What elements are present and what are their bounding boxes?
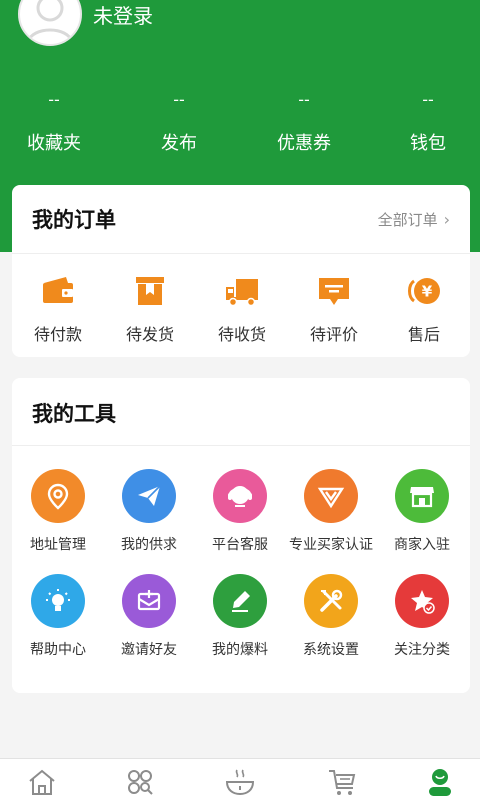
divider bbox=[12, 445, 470, 446]
tool-label: 关注分类 bbox=[394, 642, 450, 658]
order-label: 售后 bbox=[407, 325, 440, 344]
stat-value: -- bbox=[298, 90, 310, 109]
stat-favorites[interactable]: -- 收藏夹 bbox=[0, 85, 114, 155]
order-label: 待付款 bbox=[33, 325, 82, 344]
order-after-sale[interactable]: ¥ 售后 bbox=[378, 273, 470, 345]
tool-label: 商家入驻 bbox=[394, 537, 450, 553]
home-icon bbox=[29, 769, 55, 795]
invite-mail-icon bbox=[122, 574, 176, 628]
stat-label: 发布 bbox=[161, 133, 197, 154]
tab-categories[interactable] bbox=[120, 765, 160, 799]
stat-wallet[interactable]: -- 钱包 bbox=[368, 85, 480, 155]
tool-label: 系统设置 bbox=[303, 642, 359, 658]
bottom-tab-bar bbox=[0, 758, 480, 801]
order-label: 待评价 bbox=[309, 325, 358, 344]
orders-title: 我的订单 bbox=[32, 208, 116, 232]
tool-supply-demand[interactable]: 我的供求 bbox=[103, 469, 195, 554]
stat-label: 优惠券 bbox=[277, 133, 331, 154]
tools-title: 我的工具 bbox=[32, 402, 116, 426]
tools-card: 我的工具 地址管理 我的供求 平台客服 专业买家认证 商家入驻 帮助中心 邀请好… bbox=[12, 378, 470, 693]
order-label: 待发货 bbox=[125, 325, 174, 344]
star-badge-icon bbox=[395, 574, 449, 628]
pencil-icon bbox=[213, 574, 267, 628]
cart-icon bbox=[329, 770, 356, 795]
tool-follow-categories[interactable]: 关注分类 bbox=[376, 574, 468, 659]
orders-card: 我的订单 全部订单 › 待付款 待发货 待收货 待评价 ¥ 售后 bbox=[12, 185, 470, 357]
stat-value: -- bbox=[422, 90, 434, 109]
order-pending-shipment[interactable]: 待发货 bbox=[104, 273, 196, 345]
avatar[interactable] bbox=[18, 0, 82, 46]
location-icon bbox=[31, 469, 85, 523]
login-status[interactable]: 未登录 bbox=[93, 0, 153, 29]
tool-customer-service[interactable]: 平台客服 bbox=[194, 469, 286, 554]
profile-icon bbox=[429, 769, 451, 796]
tool-help-center[interactable]: 帮助中心 bbox=[12, 574, 104, 659]
stat-label: 收藏夹 bbox=[27, 133, 81, 154]
order-pending-receipt[interactable]: 待收货 bbox=[196, 273, 288, 345]
comment-icon bbox=[316, 273, 352, 309]
tool-merchant-join[interactable]: 商家入驻 bbox=[376, 469, 468, 554]
chevron-right-icon: › bbox=[443, 210, 450, 229]
stat-value: -- bbox=[173, 90, 185, 109]
wallet-icon bbox=[40, 273, 76, 309]
store-icon bbox=[395, 469, 449, 523]
tool-label: 邀请好友 bbox=[121, 642, 177, 658]
lightbulb-icon bbox=[31, 574, 85, 628]
tool-buyer-verification[interactable]: 专业买家认证 bbox=[285, 469, 377, 554]
tool-label: 地址管理 bbox=[30, 537, 86, 553]
tab-profile[interactable] bbox=[420, 765, 460, 799]
tool-system-settings[interactable]: 系统设置 bbox=[285, 574, 377, 659]
order-pending-payment[interactable]: 待付款 bbox=[12, 273, 104, 345]
stat-value: -- bbox=[48, 90, 60, 109]
stat-posts[interactable]: -- 发布 bbox=[119, 85, 239, 155]
tools-icon bbox=[304, 574, 358, 628]
package-icon bbox=[132, 273, 168, 309]
tool-address[interactable]: 地址管理 bbox=[12, 469, 104, 554]
tool-label: 平台客服 bbox=[212, 537, 268, 553]
truck-icon bbox=[224, 273, 260, 309]
order-label: 待收货 bbox=[217, 325, 266, 344]
tool-my-tips[interactable]: 我的爆料 bbox=[194, 574, 286, 659]
stats-row: -- 收藏夹 -- 发布 -- 优惠券 -- 钱包 bbox=[0, 85, 480, 165]
tab-cart[interactable] bbox=[322, 765, 362, 799]
tool-label: 我的供求 bbox=[121, 537, 177, 553]
tool-label: 帮助中心 bbox=[30, 642, 86, 658]
tool-label: 我的爆料 bbox=[212, 642, 268, 658]
all-orders-label: 全部订单 bbox=[377, 211, 438, 229]
user-avatar-icon bbox=[26, 0, 74, 43]
bowl-icon bbox=[225, 769, 255, 796]
tab-home[interactable] bbox=[22, 765, 62, 799]
customer-service-icon bbox=[213, 469, 267, 523]
after-sale-icon: ¥ bbox=[406, 273, 442, 309]
all-orders-link[interactable]: 全部订单 › bbox=[378, 209, 450, 230]
svg-text:¥: ¥ bbox=[422, 283, 433, 301]
tab-bowl[interactable] bbox=[220, 765, 260, 799]
paper-plane-icon bbox=[122, 469, 176, 523]
tool-label: 专业买家认证 bbox=[289, 537, 373, 553]
stat-label: 钱包 bbox=[410, 133, 446, 154]
order-pending-review[interactable]: 待评价 bbox=[288, 273, 380, 345]
stat-coupons[interactable]: -- 优惠券 bbox=[244, 85, 364, 155]
verified-v-icon bbox=[304, 469, 358, 523]
categories-icon bbox=[128, 770, 153, 795]
tool-invite-friends[interactable]: 邀请好友 bbox=[103, 574, 195, 659]
divider bbox=[12, 253, 470, 254]
